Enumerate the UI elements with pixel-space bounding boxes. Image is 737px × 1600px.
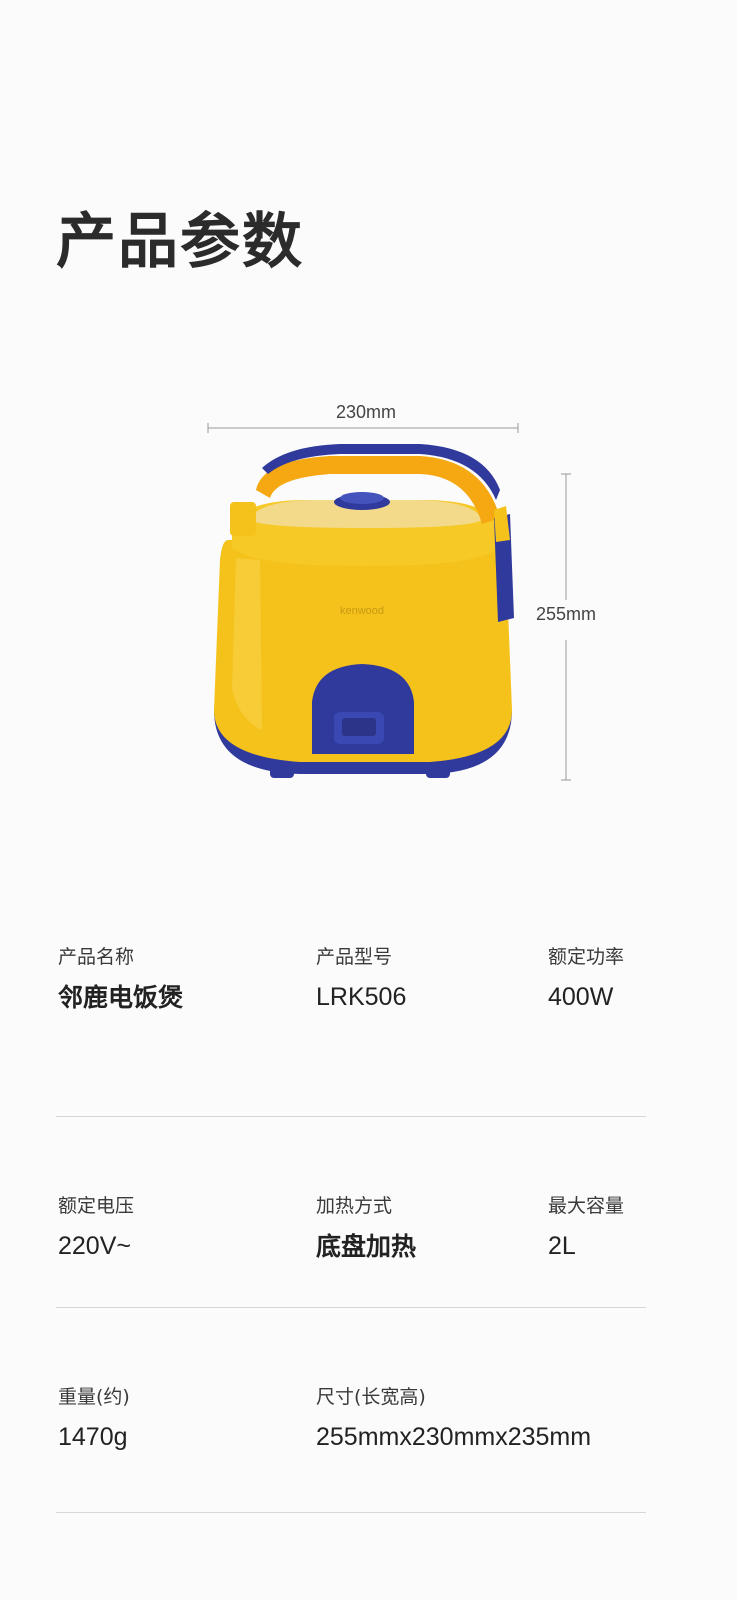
spec-cell: 产品型号 LRK506 bbox=[316, 948, 406, 1010]
spec-value: 底盘加热 bbox=[316, 1232, 417, 1261]
spec-label: 额定功率 bbox=[548, 946, 625, 968]
spec-cell: 额定功率 400W bbox=[548, 948, 624, 1010]
spec-label: 产品型号 bbox=[316, 946, 393, 968]
spec-value: 255mmx230mmx235mm bbox=[316, 1423, 592, 1451]
height-dimension: 255mm bbox=[536, 473, 596, 781]
width-dimension: 230mm bbox=[207, 402, 519, 433]
height-label: 255mm bbox=[536, 604, 596, 624]
rice-cooker: kenwood bbox=[214, 444, 514, 778]
spec-label: 加热方式 bbox=[316, 1195, 393, 1217]
spec-value: 1470g bbox=[58, 1423, 128, 1451]
spec-value: LRK506 bbox=[316, 983, 407, 1011]
spec-table: 产品名称 邻鹿电饭煲 产品型号 LRK506 额定功率 400W 额定电压 22… bbox=[56, 940, 646, 1513]
spec-label: 产品名称 bbox=[58, 946, 135, 968]
width-label: 230mm bbox=[336, 402, 396, 422]
rice-cooker-illustration: 230mm 255mm kenwood bbox=[207, 402, 596, 781]
spec-value: 2L bbox=[548, 1232, 576, 1260]
spec-label: 尺寸(长宽高) bbox=[316, 1386, 426, 1408]
spec-value: 220V~ bbox=[58, 1232, 131, 1260]
spec-value: 邻鹿电饭煲 bbox=[58, 983, 184, 1012]
spec-row: 重量(约) 1470g 尺寸(长宽高) 255mmx230mmx235mm bbox=[56, 1308, 646, 1513]
spec-value: 400W bbox=[548, 983, 614, 1011]
spec-cell: 加热方式 底盘加热 bbox=[316, 1195, 417, 1261]
spec-label: 额定电压 bbox=[58, 1195, 135, 1217]
spec-cell: 最大容量 2L bbox=[548, 1197, 624, 1259]
spec-label: 最大容量 bbox=[548, 1195, 625, 1217]
spec-row: 额定电压 220V~ 加热方式 底盘加热 最大容量 2L bbox=[56, 1117, 646, 1308]
spec-cell: 额定电压 220V~ bbox=[58, 1197, 134, 1259]
spec-row: 产品名称 邻鹿电饭煲 产品型号 LRK506 额定功率 400W bbox=[56, 940, 646, 1117]
spec-cell: 产品名称 邻鹿电饭煲 bbox=[58, 946, 184, 1012]
product-figure: 230mm 255mm kenwood bbox=[0, 390, 737, 810]
page-title: 产品参数 bbox=[56, 207, 304, 277]
spec-cell: 尺寸(长宽高) 255mmx230mmx235mm bbox=[316, 1388, 591, 1450]
spec-cell: 重量(约) 1470g bbox=[58, 1388, 130, 1450]
spec-label: 重量(约) bbox=[58, 1386, 130, 1408]
brand-mark: kenwood bbox=[340, 605, 384, 617]
